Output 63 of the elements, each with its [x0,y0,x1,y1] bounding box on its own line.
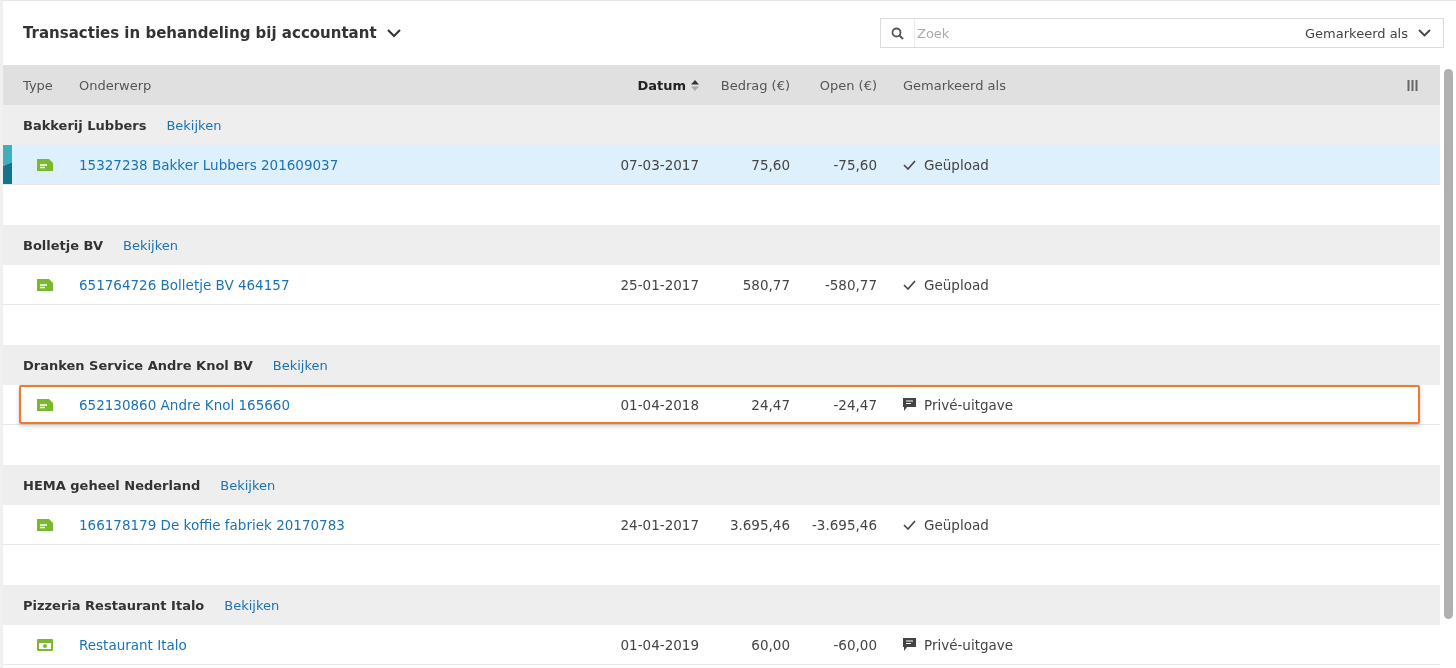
amount-cell-text: 24,47 [750,396,791,413]
transaction-link[interactable]: Restaurant Italo [79,636,187,653]
view-link[interactable]: Bekijken [224,597,280,613]
columns-icon[interactable] [1407,79,1418,91]
open-amount-cell-text: -60,00 [832,636,878,653]
date-cell-text: 24-01-2017 [619,516,700,533]
group-name: Bakkerij Lubbers [23,117,147,133]
selection-marker [3,145,12,184]
document-icon [37,398,53,411]
check-icon [903,279,916,290]
mark-label: Privé-uitgave [924,396,1014,413]
view-title-dropdown[interactable]: Transacties in behandeling bij accountant [23,24,401,42]
column-header[interactable]: Bedrag (€) [701,77,792,93]
open-amount-cell-text: -580,77 [823,276,878,293]
chevron-down-icon [1418,29,1431,37]
view-link[interactable]: Bekijken [166,117,222,133]
check-icon [903,519,916,530]
search-icon [891,26,904,40]
view-link[interactable]: Bekijken [123,237,178,253]
column-header[interactable]: Open (€) [792,77,879,93]
column-header[interactable]: Datum [616,77,701,93]
filter-dropdown[interactable]: Gemarkeerd als [1293,25,1443,41]
column-header[interactable]: Onderwerp [79,77,616,93]
search-field[interactable]: Zoek Gemarkeerd als [880,18,1444,48]
amount-cell-text: 580,77 [741,276,791,293]
mark-label: Privé-uitgave [924,636,1014,653]
document-icon [37,278,53,291]
transaction-row[interactable]: 15327238 Bakker Lubbers 201609037 07-03-2017 75,60 -75,60 Geüpload [3,145,1440,185]
transaction-link[interactable]: 15327238 Bakker Lubbers 201609037 [79,156,339,173]
date-cell-text: 01-04-2019 [619,636,700,653]
document-icon [37,518,53,531]
transaction-link[interactable]: 651764726 Bolletje BV 464157 [79,276,290,293]
group-name: Dranken Service Andre Knol BV [23,357,253,373]
sort-icon [691,79,699,91]
open-amount-cell-text: -24,47 [832,396,878,413]
group-name: Pizzeria Restaurant Italo [23,597,205,613]
group-name: HEMA geheel Nederland [23,477,201,493]
date-cell-text: 01-04-2018 [619,396,700,413]
view-link[interactable]: Bekijken [272,357,328,373]
banknote-icon [37,638,53,651]
date-cell-text: 07-03-2017 [619,156,700,173]
transaction-link[interactable]: 652130860 Andre Knol 165660 [79,396,291,413]
amount-cell-text: 3.695,46 [728,516,791,533]
amount-cell-text: 75,60 [750,156,791,173]
amount-cell-text: 60,00 [750,636,791,653]
mark-label: Geüpload [924,276,989,293]
open-amount-cell-text: -3.695,46 [811,516,878,533]
open-amount-cell-text: -75,60 [832,156,878,173]
view-link[interactable]: Bekijken [220,477,276,493]
chevron-down-icon [386,28,401,38]
transaction-row[interactable]: 652130860 Andre Knol 165660 01-04-2018 24,47 -24,47 Privé-uitgave [3,385,1440,425]
group-name: Bolletje BV [23,237,104,253]
mark-label: Geüpload [924,516,989,533]
column-header[interactable]: Type [23,77,79,93]
column-header[interactable]: Gemarkeerd als [903,77,1006,93]
mark-label: Geüpload [924,156,989,173]
scrollbar-thumb[interactable] [1443,69,1453,619]
transaction-link[interactable]: 166178179 De koffie fabriek 20170783 [79,516,345,533]
check-icon [903,159,916,170]
date-cell-text: 25-01-2017 [619,276,700,293]
comment-icon [903,398,916,411]
document-icon [37,158,53,171]
comment-icon [903,638,916,651]
